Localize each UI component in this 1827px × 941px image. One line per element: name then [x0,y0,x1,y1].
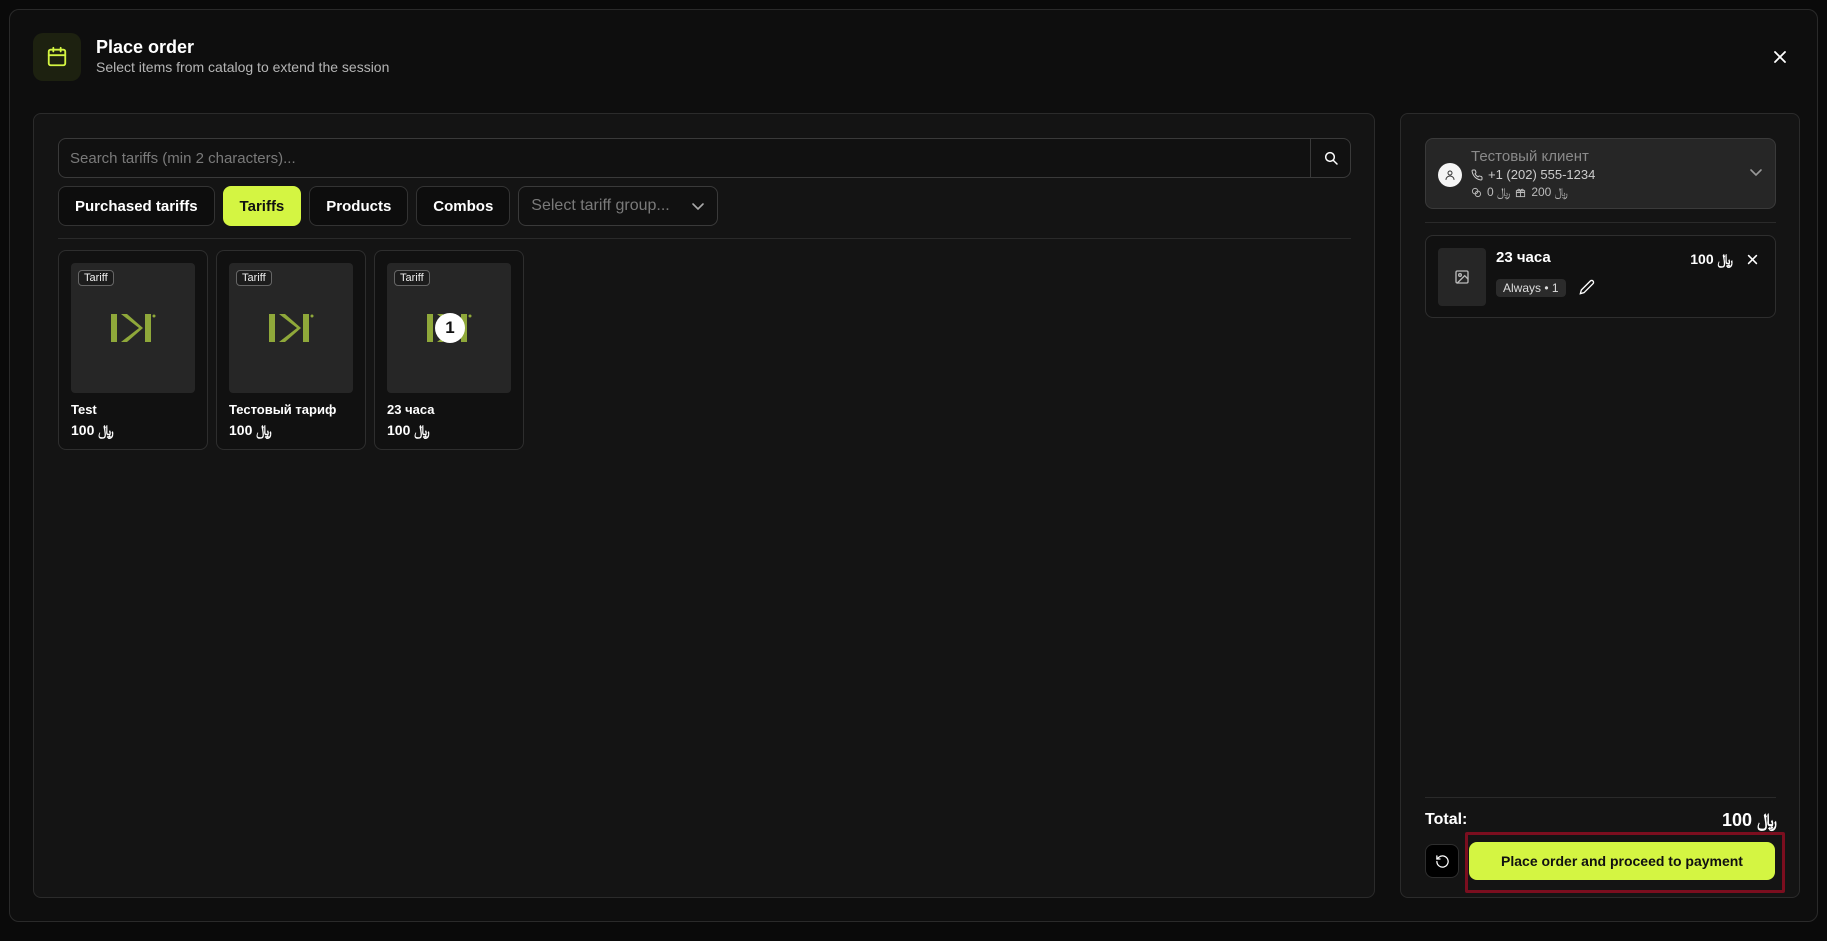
close-icon[interactable] [1769,46,1791,68]
order-panel: Тестовый клиент +1 (202) 555-1234 0 ﷼ 20… [1400,113,1800,898]
catalog-card-23-hours[interactable]: Tariff 1 23 часа 100 ﷼ [374,250,524,450]
card-name: Test [71,402,97,417]
search-icon [1324,151,1338,165]
modal-title: Place order [96,37,195,57]
card-image: Tariff [229,263,353,393]
client-phone: +1 (202) 555-1234 [1488,167,1596,182]
client-bonus: 200 ﷼ [1531,185,1568,199]
cart-item-price: 100 ﷼ [1690,251,1733,267]
card-price: 100 ﷼ [229,422,272,438]
total-value: 100 ﷼ [1722,810,1777,830]
tariff-group-select[interactable]: Select tariff group... [518,186,719,226]
edit-item-button[interactable] [1579,279,1597,297]
search-button[interactable] [1310,139,1350,177]
total-label: Total: [1425,811,1468,828]
client-selector[interactable]: Тестовый клиент +1 (202) 555-1234 0 ﷼ 20… [1425,138,1776,209]
card-name: Тестовый тариф [229,402,337,417]
client-balance: 0 ﷼ [1487,185,1511,199]
card-price: 100 ﷼ [387,422,430,438]
type-badge: Tariff [236,270,272,286]
type-badge: Tariff [394,270,430,286]
place-order-button[interactable]: Place order and proceed to payment [1469,842,1775,880]
tab-combos[interactable]: Combos [416,186,511,226]
tab-products[interactable]: Products [309,186,409,226]
search-bar [58,138,1351,178]
tab-tariffs[interactable]: Tariffs [222,186,302,226]
divider [1425,797,1776,798]
coins-icon [1471,187,1482,198]
client-phone-row: +1 (202) 555-1234 [1471,167,1595,182]
image-placeholder-icon [1438,248,1486,306]
card-price: 100 ﷼ [71,422,114,438]
remove-item-button[interactable] [1743,250,1761,268]
catalog-panel: Purchased tariffs Tariffs Products Combo… [33,113,1375,898]
tab-purchased-tariffs[interactable]: Purchased tariffs [58,186,215,226]
catalog-card-test-tariff[interactable]: Tariff Тестовый тариф 100 ﷼ [216,250,366,450]
catalog-grid: Tariff Test 100 ﷼ Tariff Тестовый тариф … [58,250,524,450]
client-name: Тестовый клиент [1471,148,1589,165]
pencil-icon [1579,279,1595,295]
gift-icon [1516,188,1526,198]
card-name: 23 часа [387,402,435,417]
reset-button[interactable] [1425,844,1459,878]
card-image: Tariff [71,263,195,393]
divider [1425,222,1776,223]
cart-item-name: 23 часа [1496,249,1551,266]
type-badge: Tariff [78,270,114,286]
cart-item-tag: Always • 1 [1496,279,1566,297]
search-input[interactable] [59,139,1310,177]
refresh-icon [1435,854,1449,868]
place-order-modal: Place order Select items from catalog to… [9,9,1818,922]
cart-item: 23 часа 100 ﷼ Always • 1 [1425,235,1776,318]
calendar-icon [33,33,81,81]
catalog-tabs: Purchased tariffs Tariffs Products Combo… [58,186,719,226]
client-balance-row: 0 ﷼ 200 ﷼ [1471,185,1568,200]
close-icon [1747,254,1757,264]
user-icon [1438,163,1462,187]
chevron-down-icon [1749,165,1763,184]
chevron-down-icon [692,203,705,211]
brand-logo-icon [269,314,314,342]
tariff-group-placeholder: Select tariff group... [531,197,670,214]
phone-icon [1471,168,1483,180]
card-image: Tariff 1 [387,263,511,393]
brand-logo-icon [111,314,156,342]
catalog-card-test[interactable]: Tariff Test 100 ﷼ [58,250,208,450]
quantity-badge: 1 [435,313,465,343]
divider [58,238,1351,239]
modal-subtitle: Select items from catalog to extend the … [96,59,390,75]
